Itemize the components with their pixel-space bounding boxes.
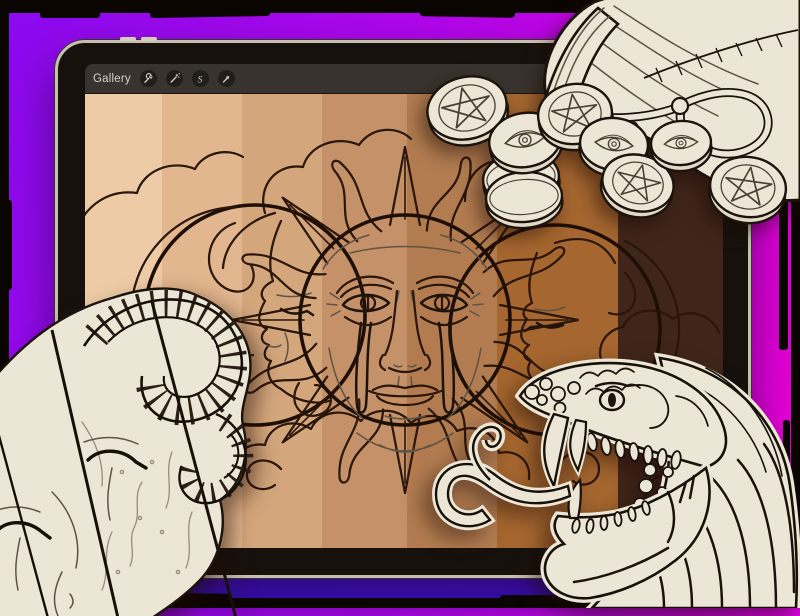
snake-sticker (424, 352, 800, 608)
transform-button[interactable] (218, 70, 235, 87)
volume-up-button[interactable] (120, 37, 136, 41)
fangs (544, 414, 586, 486)
svg-text:S: S (198, 75, 203, 85)
adjustments-button[interactable] (166, 70, 183, 87)
poster-scene: { "scene": { "description": "Procreate t… (0, 0, 800, 608)
wrench-icon (142, 73, 154, 85)
gallery-button[interactable]: Gallery (93, 73, 131, 85)
actions-button[interactable] (140, 70, 157, 87)
snake-eye (608, 393, 616, 407)
selection-button[interactable]: S (192, 70, 209, 87)
grunge-patch (150, 6, 270, 18)
grunge-patch (40, 9, 100, 18)
magic-wand-icon (168, 73, 180, 85)
money-bag-sticker (418, 0, 800, 250)
s-icon: S (194, 73, 206, 85)
arrow-cursor-icon (220, 73, 232, 85)
ram-mask-sticker (0, 272, 282, 616)
volume-down-button[interactable] (141, 37, 157, 41)
